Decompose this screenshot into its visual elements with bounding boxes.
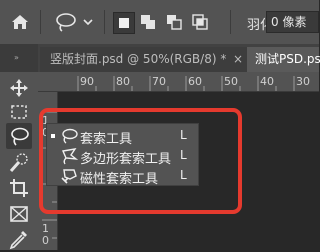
new-selection-icon <box>119 18 129 28</box>
lasso-tool[interactable] <box>6 123 32 149</box>
toolbar <box>0 72 38 250</box>
intersect-selection-icon <box>192 14 208 30</box>
options-bar: 羽化: 0 像素 <box>0 0 319 44</box>
ruler-tick-label: 30 <box>296 75 310 88</box>
divider <box>230 10 231 34</box>
lasso-icon <box>11 127 29 146</box>
lasso-icon <box>56 13 93 32</box>
quick-selection-tool[interactable] <box>6 149 32 175</box>
ruler-tick-label: 80 <box>116 75 130 88</box>
divider <box>104 10 105 34</box>
subtract-from-selection-icon <box>167 15 182 30</box>
subtract-from-selection-button[interactable] <box>164 12 184 32</box>
tab-test-psd[interactable]: 测试PSD.psd <box>247 47 320 72</box>
home-button[interactable] <box>4 10 36 34</box>
feather-input[interactable]: 0 像素 <box>266 11 319 33</box>
ruler-tick-label: 90 <box>80 75 94 88</box>
tab-label: 测试PSD.psd <box>255 52 320 66</box>
move-tool[interactable] <box>6 75 32 101</box>
marquee-tool[interactable] <box>6 99 32 125</box>
frame-tool[interactable] <box>6 201 32 227</box>
add-to-selection-icon <box>141 15 155 29</box>
ruler-tick-label: 70 <box>152 75 166 88</box>
close-icon[interactable]: × <box>233 47 243 71</box>
crop-tool[interactable] <box>6 175 32 201</box>
move-icon <box>10 79 28 97</box>
chevron-down-icon <box>83 19 93 26</box>
crop-icon <box>10 179 28 197</box>
divider <box>40 10 41 34</box>
tab-label: 竖版封面.psd @ 50%(RGB/8) * <box>50 52 227 66</box>
ruler-tick-label: 40 <box>260 75 274 88</box>
ruler-tick-label: 50 <box>224 75 238 88</box>
collapse-icon[interactable]: » <box>14 53 19 62</box>
new-selection-button[interactable] <box>113 12 135 34</box>
eyedropper-tool[interactable] <box>6 226 32 252</box>
eyedropper-icon <box>9 231 27 250</box>
tool-preset-picker[interactable] <box>52 10 94 34</box>
tab-vertical-cover[interactable]: 竖版封面.psd @ 50%(RGB/8) * × <box>40 47 247 72</box>
ruler-tick-label: 0 <box>42 234 49 247</box>
highlight-annotation <box>39 108 242 214</box>
horizontal-ruler: 90 80 70 60 50 40 30 <box>38 72 319 92</box>
toolbar-header: » <box>0 44 38 72</box>
rectangular-marquee-icon <box>11 105 27 119</box>
add-to-selection-button[interactable] <box>138 12 158 32</box>
frame-icon <box>10 206 28 222</box>
ruler-tick-label: 60 <box>188 75 202 88</box>
home-icon <box>12 15 28 29</box>
intersect-selection-button[interactable] <box>190 12 210 32</box>
quick-selection-icon <box>9 153 28 172</box>
